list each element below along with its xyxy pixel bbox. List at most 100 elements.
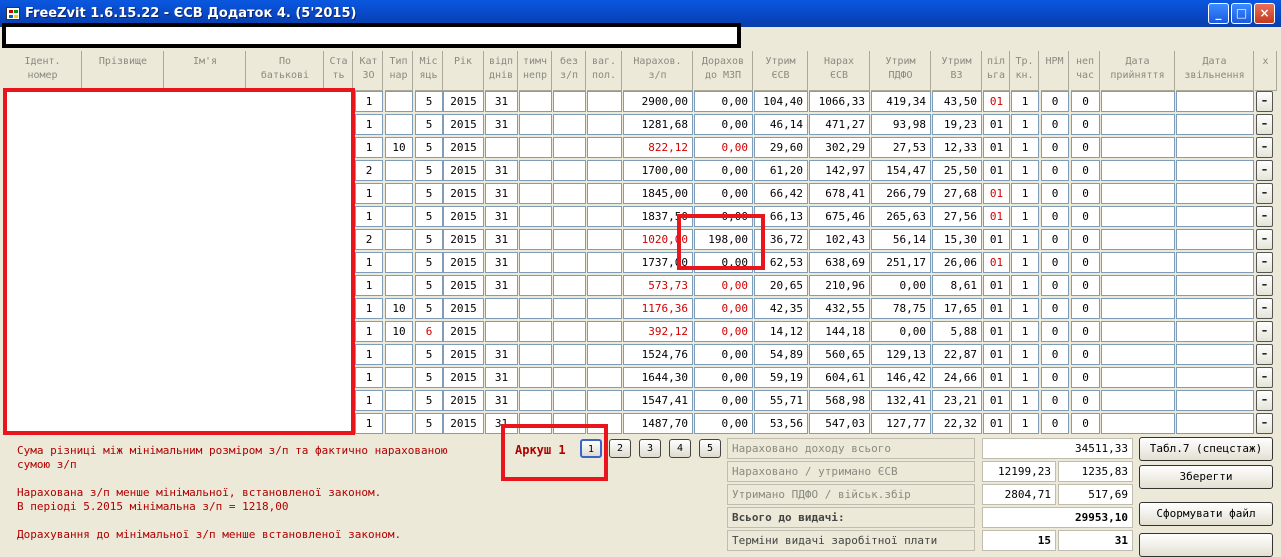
cell-vacation-days[interactable]: 31 [485, 183, 518, 204]
cell-empty[interactable] [1101, 321, 1175, 342]
cell-pregnancy[interactable]: 66,42 [754, 183, 808, 204]
cell-month[interactable]: 5 [415, 344, 443, 365]
cell-empty[interactable] [519, 344, 552, 365]
cell-unpaid[interactable]: 0,00 [694, 413, 753, 434]
cell-accrued-salary[interactable]: 432,55 [809, 298, 870, 319]
cell-withheld-vz[interactable]: 0 [1041, 390, 1069, 411]
cell-month[interactable]: 5 [415, 91, 443, 112]
cell-withheld-esv[interactable]: 22,87 [932, 344, 982, 365]
cell-category[interactable]: 1 [355, 183, 383, 204]
cell-month[interactable]: 5 [415, 275, 443, 296]
cell-withheld-vz[interactable]: 0 [1041, 229, 1069, 250]
cell-accrued-esv[interactable]: 01 [983, 229, 1010, 250]
cell-year[interactable]: 2015 [443, 367, 484, 388]
cell-accrued-esv[interactable]: 01 [983, 321, 1010, 342]
cell-pregnancy[interactable]: 54,89 [754, 344, 808, 365]
extra-button[interactable] [1139, 533, 1273, 557]
cell-empty[interactable] [519, 206, 552, 227]
cell-vacation-days[interactable]: 31 [485, 91, 518, 112]
cell-topup-mzp[interactable]: 266,79 [871, 183, 931, 204]
cell-withheld-pdfo[interactable]: 1 [1011, 206, 1039, 227]
cell-pregnancy[interactable]: 53,56 [754, 413, 808, 434]
cell-withheld-esv[interactable]: 26,06 [932, 252, 982, 273]
cell-withheld-esv[interactable]: 43,50 [932, 91, 982, 112]
close-button[interactable]: × [1254, 3, 1275, 24]
cell-empty[interactable] [1101, 206, 1175, 227]
cell-empty[interactable] [519, 367, 552, 388]
delete-row-button[interactable]: – [1256, 252, 1273, 273]
payment-term-2[interactable]: 31 [1058, 530, 1133, 551]
cell-empty[interactable] [553, 206, 586, 227]
cell-empty[interactable] [1101, 344, 1175, 365]
cell-accrued-esv[interactable]: 01 [983, 206, 1010, 227]
cell-benefit[interactable]: 0 [1071, 298, 1100, 319]
cell-accrual-type[interactable] [385, 367, 413, 388]
cell-withheld-pdfo[interactable]: 1 [1011, 367, 1039, 388]
cell-pregnancy[interactable]: 14,12 [754, 321, 808, 342]
cell-pregnancy[interactable]: 29,60 [754, 137, 808, 158]
cell-empty[interactable] [1101, 413, 1175, 434]
cell-topup-mzp[interactable]: 129,13 [871, 344, 931, 365]
cell-category[interactable]: 1 [355, 413, 383, 434]
cell-withheld-esv[interactable]: 23,21 [932, 390, 982, 411]
cell-empty[interactable] [1101, 229, 1175, 250]
cell-topup-mzp[interactable]: 146,42 [871, 367, 931, 388]
cell-empty[interactable] [553, 344, 586, 365]
cell-month[interactable]: 5 [415, 367, 443, 388]
cell-empty[interactable] [587, 367, 622, 388]
cell-topup-mzp[interactable]: 0,00 [871, 321, 931, 342]
cell-withheld-vz[interactable]: 0 [1041, 114, 1069, 135]
cell-year[interactable]: 2015 [443, 114, 484, 135]
cell-accrued-salary[interactable]: 547,03 [809, 413, 870, 434]
cell-unpaid[interactable]: 0,00 [694, 137, 753, 158]
cell-empty[interactable] [1176, 229, 1254, 250]
cell-accrued-salary[interactable]: 142,97 [809, 160, 870, 181]
cell-empty[interactable] [1176, 275, 1254, 296]
cell-temp-disability[interactable]: 822,12 [623, 137, 693, 158]
cell-year[interactable]: 2015 [443, 344, 484, 365]
cell-category[interactable]: 1 [355, 344, 383, 365]
cell-empty[interactable] [1101, 91, 1175, 112]
cell-withheld-vz[interactable]: 0 [1041, 160, 1069, 181]
sheet-button-5[interactable]: 5 [699, 439, 721, 458]
cell-empty[interactable] [519, 390, 552, 411]
cell-withheld-esv[interactable]: 5,88 [932, 321, 982, 342]
delete-row-button[interactable]: – [1256, 275, 1273, 296]
cell-benefit[interactable]: 0 [1071, 321, 1100, 342]
cell-accrual-type[interactable] [385, 413, 413, 434]
cell-topup-mzp[interactable]: 127,77 [871, 413, 931, 434]
cell-accrual-type[interactable]: 10 [385, 321, 413, 342]
sheet-button-3[interactable]: 3 [639, 439, 661, 458]
cell-accrual-type[interactable] [385, 114, 413, 135]
cell-topup-mzp[interactable]: 154,47 [871, 160, 931, 181]
cell-withheld-vz[interactable]: 0 [1041, 137, 1069, 158]
cell-unpaid[interactable]: 0,00 [694, 367, 753, 388]
cell-empty[interactable] [1101, 183, 1175, 204]
cell-unpaid[interactable]: 0,00 [694, 390, 753, 411]
cell-vacation-days[interactable] [485, 321, 518, 342]
cell-year[interactable]: 2015 [443, 91, 484, 112]
cell-month[interactable]: 5 [415, 229, 443, 250]
cell-month[interactable]: 5 [415, 413, 443, 434]
cell-empty[interactable] [519, 183, 552, 204]
cell-accrual-type[interactable]: 10 [385, 137, 413, 158]
cell-empty[interactable] [587, 344, 622, 365]
cell-accrued-esv[interactable]: 01 [983, 390, 1010, 411]
cell-year[interactable]: 2015 [443, 390, 484, 411]
cell-accrued-esv[interactable]: 01 [983, 160, 1010, 181]
cell-temp-disability[interactable]: 1547,41 [623, 390, 693, 411]
cell-empty[interactable] [587, 298, 622, 319]
cell-empty[interactable] [587, 160, 622, 181]
cell-accrued-esv[interactable]: 01 [983, 367, 1010, 388]
cell-withheld-vz[interactable]: 0 [1041, 91, 1069, 112]
cell-empty[interactable] [587, 321, 622, 342]
cell-empty[interactable] [553, 229, 586, 250]
cell-topup-mzp[interactable]: 0,00 [871, 275, 931, 296]
cell-accrued-esv[interactable]: 01 [983, 137, 1010, 158]
cell-benefit[interactable]: 0 [1071, 114, 1100, 135]
cell-accrued-salary[interactable]: 604,61 [809, 367, 870, 388]
cell-accrued-salary[interactable]: 302,29 [809, 137, 870, 158]
cell-accrued-esv[interactable]: 01 [983, 413, 1010, 434]
cell-pregnancy[interactable]: 55,71 [754, 390, 808, 411]
delete-row-button[interactable]: – [1256, 183, 1273, 204]
